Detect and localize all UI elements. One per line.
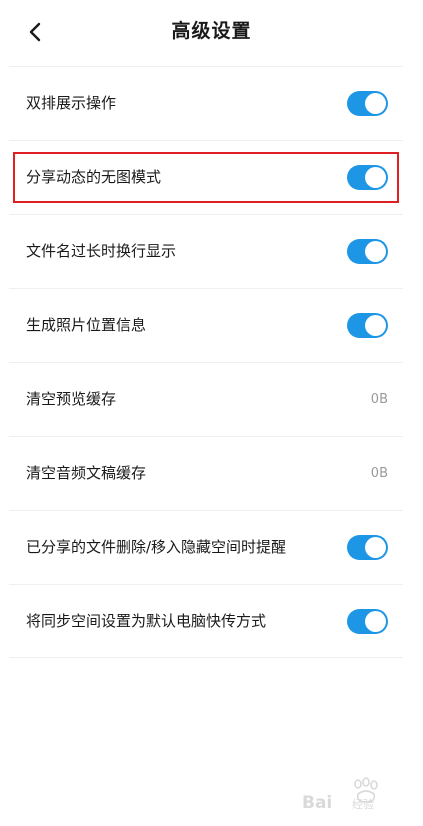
setting-label: 文件名过长时换行显示 [26,242,177,260]
setting-label: 双排展示操作 [26,94,117,112]
setting-row-clear-preview-cache[interactable]: 清空预览缓存 0B [9,362,403,436]
toggle-knob [365,167,386,188]
setting-label: 将同步空间设置为默认电脑快传方式 [26,612,267,630]
default-transfer-toggle[interactable] [347,609,388,634]
page-title: 高级设置 [171,20,252,42]
toggle-knob [365,241,386,262]
svg-text:Bai: Bai [302,793,332,813]
settings-list: 双排展示操作 分享动态的无图模式 文件名过长时换行显示 生成照片位置信息 清空预… [9,66,403,658]
photo-location-toggle[interactable] [347,313,388,338]
setting-label: 清空预览缓存 [26,390,117,408]
setting-row-default-transfer[interactable]: 将同步空间设置为默认电脑快传方式 [9,584,403,658]
setting-row-clear-audio-cache[interactable]: 清空音频文稿缓存 0B [9,436,403,510]
setting-label: 已分享的文件删除/移入隐藏空间时提醒 [26,538,287,556]
share-no-image-mode-toggle[interactable] [347,165,388,190]
setting-row-share-no-image-mode[interactable]: 分享动态的无图模式 [9,140,403,214]
setting-row-long-filename-wrap[interactable]: 文件名过长时换行显示 [9,214,403,288]
double-row-actions-toggle[interactable] [347,91,388,116]
watermark-logo: Bai 经验 [302,777,378,813]
setting-label: 生成照片位置信息 [26,316,147,334]
toggle-knob [365,611,386,632]
toggle-knob [365,93,386,114]
toggle-knob [365,537,386,558]
svg-text:经验: 经验 [352,797,374,811]
setting-label: 分享动态的无图模式 [26,168,162,186]
delete-reminder-toggle[interactable] [347,535,388,560]
setting-row-delete-reminder[interactable]: 已分享的文件删除/移入隐藏空间时提醒 [9,510,403,584]
long-filename-wrap-toggle[interactable] [347,239,388,264]
toggle-knob [365,315,386,336]
cache-size-value: 0B [370,466,388,481]
setting-row-photo-location[interactable]: 生成照片位置信息 [9,288,403,362]
cache-size-value: 0B [370,392,388,407]
header-bar: 高级设置 [0,0,423,66]
setting-row-double-row-actions[interactable]: 双排展示操作 [9,66,403,140]
setting-label: 清空音频文稿缓存 [26,464,147,482]
